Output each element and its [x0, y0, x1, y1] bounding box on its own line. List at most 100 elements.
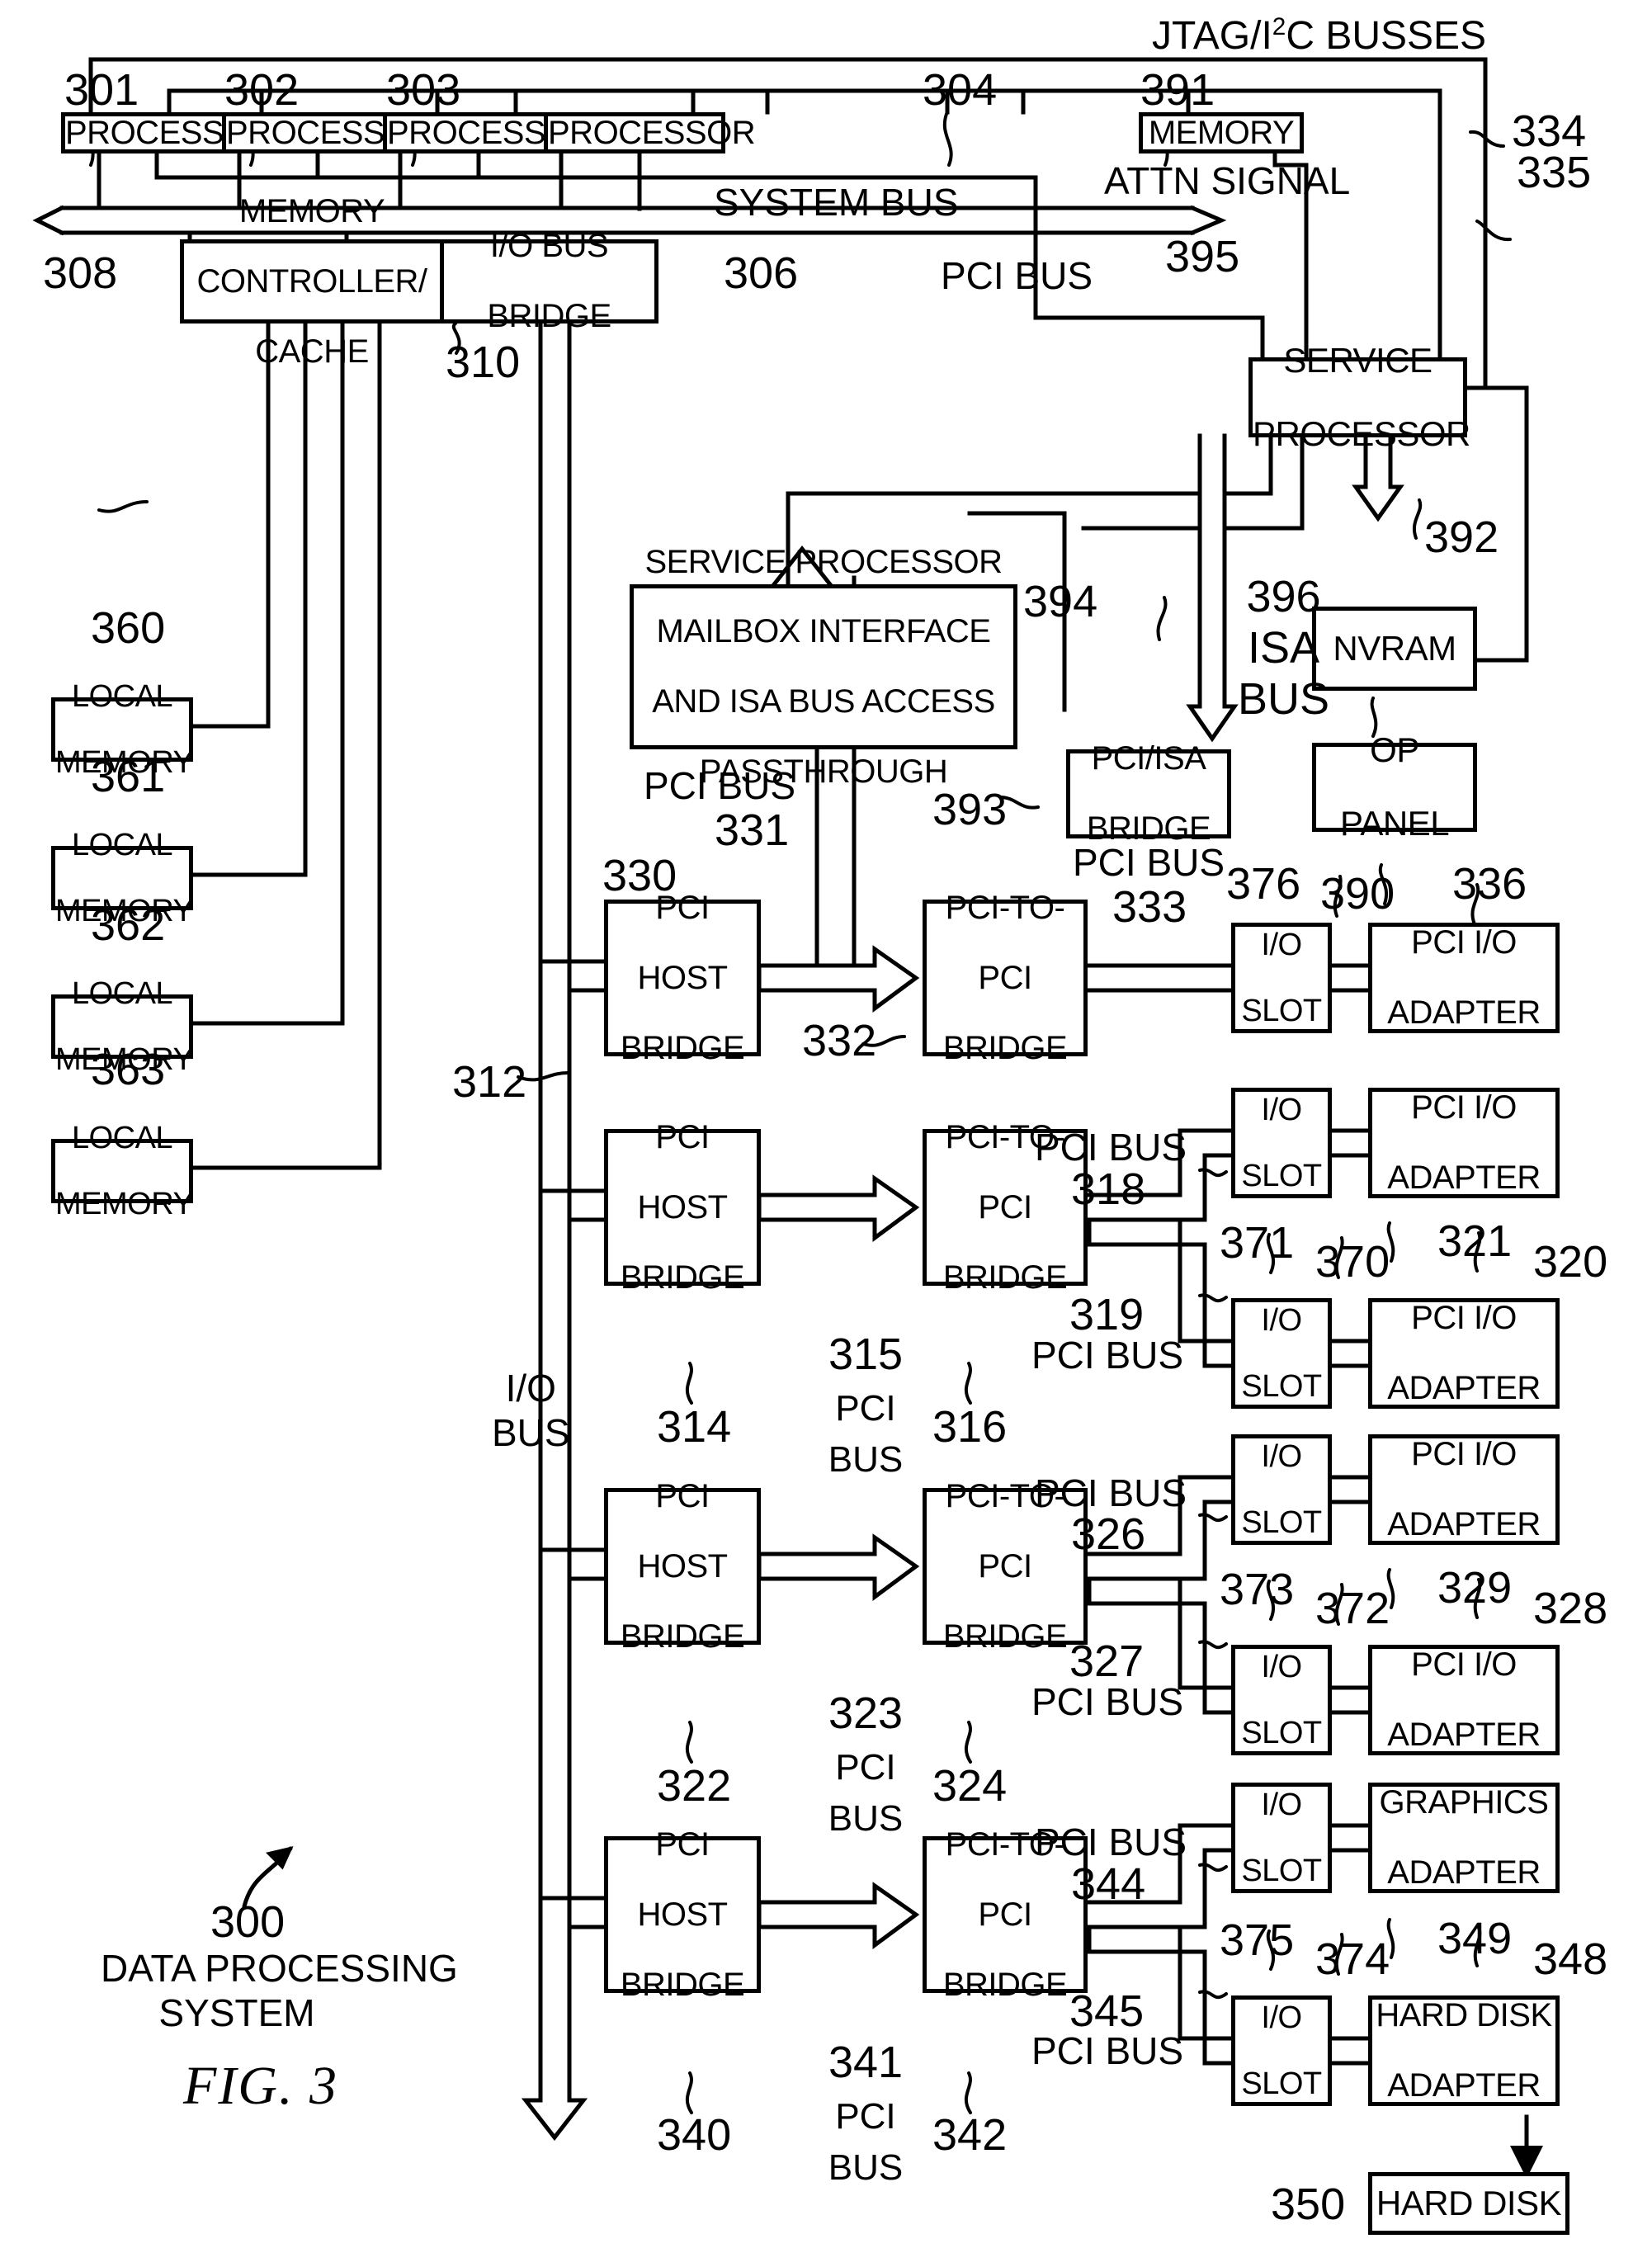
service-processor-mailbox-box: SERVICE PROCESSOR MAILBOX INTERFACE AND …	[630, 544, 1017, 789]
pci-to-pci-bridge-box-332: PCI-TO- PCI BRIDGE	[923, 890, 1088, 1065]
graphics-adapter-box-348: GRAPHICS ADAPTER	[1368, 1783, 1560, 1893]
system-ref-300: 300	[210, 1897, 286, 1947]
ref-316: 316	[932, 1402, 1008, 1452]
processor-box-303: PROCESSOR	[383, 112, 595, 153]
ref-376: 376	[1226, 859, 1301, 909]
pci-io-adapter-box-336: PCI I/O ADAPTER	[1368, 923, 1560, 1033]
pci-io-adapter-box-b: PCI I/O ADAPTER	[1368, 1434, 1560, 1545]
ref-391: 391	[1140, 65, 1215, 115]
ref-321: 321	[1437, 1216, 1513, 1266]
ref-306: 306	[724, 248, 799, 298]
op-panel-box: OP PANEL	[1312, 732, 1477, 842]
io-slot-label: I/O SLOT	[1241, 927, 1322, 1029]
pci-host-bridge-label: PCI HOST BRIDGE	[620, 1478, 745, 1655]
processor-label: PROCESSOR	[65, 114, 273, 151]
pci-host-bridge-box-330: PCI HOST BRIDGE	[604, 890, 761, 1065]
ref-340: 340	[657, 2110, 732, 2160]
ref-301: 301	[64, 65, 139, 115]
ref-310: 310	[446, 338, 521, 387]
hard-disk-box: HARD DISK	[1368, 2172, 1569, 2235]
mailbox-label: SERVICE PROCESSOR MAILBOX INTERFACE AND …	[644, 543, 1003, 790]
pci-io-adapter-box-320: PCI I/O ADAPTER	[1368, 1298, 1560, 1409]
hard-disk-adapter-box: HARD DISK ADAPTER	[1368, 1995, 1560, 2106]
ref-326: 326	[1071, 1509, 1146, 1559]
pci-bus-label-345: PCI BUS	[1031, 2029, 1184, 2072]
pci-io-adapter-box-328: PCI I/O ADAPTER	[1368, 1645, 1560, 1755]
pci-host-bridge-box-340: PCI HOST BRIDGE	[604, 1827, 761, 2002]
op-panel-label: OP PANEL	[1339, 730, 1450, 843]
ref-350: 350	[1271, 2180, 1346, 2229]
ref-372: 372	[1315, 1584, 1390, 1633]
adapter-label: HARD DISK ADAPTER	[1376, 1997, 1552, 2104]
pci-bus-label-327: PCI BUS	[1031, 1680, 1184, 1723]
ref-349: 349	[1437, 1914, 1513, 1963]
io-bus-bridge-label: I/O BUS BRIDGE	[487, 228, 611, 335]
ref-396: 396 ISA BUS	[1238, 572, 1330, 724]
memory-controller-label: MEMORY CONTROLLER/ CACHE	[196, 193, 428, 370]
io-slot-box-373: I/O SLOT	[1231, 1645, 1332, 1755]
pci-host-bridge-label: PCI HOST BRIDGE	[620, 890, 745, 1066]
local-memory-box-363: LOCAL MEMORY	[51, 1121, 194, 1221]
io-bus-label: I/O BUS	[492, 1367, 570, 1454]
processor-box-301: PROCESSOR	[61, 112, 273, 153]
ref-304: 304	[923, 65, 998, 115]
patent-figure-3: PROCESSOR PROCESSOR PROCESSOR PROCESSOR …	[0, 0, 1652, 2267]
pci-to-pci-bridge-label: PCI-TO- PCI BRIDGE	[942, 890, 1068, 1066]
ref-390: 390	[1320, 869, 1395, 919]
ref-303: 303	[386, 65, 461, 115]
nvram-label: NVRAM	[1333, 628, 1456, 668]
ref-331: 331	[715, 805, 790, 855]
pci-host-bridge-box-322: PCI HOST BRIDGE	[604, 1479, 761, 1654]
system-caption: DATA PROCESSING SYSTEM	[101, 1947, 458, 2034]
service-processor-label: SERVICE PROCESSOR	[1253, 340, 1470, 453]
ref-322: 322	[657, 1761, 732, 1811]
ref-395: 395	[1165, 232, 1240, 281]
ref-335: 335	[1517, 148, 1592, 197]
ref-361: 361	[91, 752, 166, 801]
io-slot-box-374: I/O SLOT	[1231, 1783, 1332, 1893]
pci-host-bridge-box-314: PCI HOST BRIDGE	[604, 1120, 761, 1295]
io-slot-label: I/O SLOT	[1241, 1438, 1322, 1541]
io-slot-label: I/O SLOT	[1241, 1787, 1322, 1889]
ref-302: 302	[224, 65, 300, 115]
ref-360: 360	[91, 603, 166, 653]
jtag-i2c-busses-label: JTAG/I2C BUSSES	[1152, 13, 1487, 58]
ref-328: 328	[1533, 1584, 1608, 1633]
ref-314: 314	[657, 1402, 732, 1452]
ref-308: 308	[43, 248, 118, 298]
pci-bus-label-318: PCI BUS	[1035, 1126, 1187, 1169]
ref-330: 330	[602, 851, 677, 900]
processor-box-304: PROCESSOR	[544, 112, 756, 153]
ref-320: 320	[1533, 1237, 1608, 1287]
memory-box: MEMORY	[1139, 112, 1304, 153]
processor-label: PROCESSOR	[548, 114, 756, 151]
io-slot-box-375: I/O SLOT	[1231, 1995, 1332, 2106]
adapter-label: PCI I/O ADAPTER	[1387, 924, 1541, 1032]
ref-362: 362	[91, 900, 166, 950]
io-bus-bridge-box: I/O BUS BRIDGE	[440, 229, 658, 334]
ref-318: 318	[1071, 1164, 1146, 1214]
pci-bus-label-319: PCI BUS	[1031, 1334, 1184, 1377]
pci-io-adapter-box-a: PCI I/O ADAPTER	[1368, 1088, 1560, 1198]
figure-caption: FIG. 3	[183, 2056, 338, 2116]
adapter-label: PCI I/O ADAPTER	[1387, 1436, 1541, 1543]
adapter-label: PCI I/O ADAPTER	[1387, 1646, 1541, 1754]
pci-host-bridge-label: PCI HOST BRIDGE	[620, 1826, 745, 2003]
io-slot-label: I/O SLOT	[1241, 1092, 1322, 1194]
ref-371: 371	[1220, 1218, 1295, 1268]
processor-label: PROCESSOR	[387, 114, 595, 151]
processor-box-302: PROCESSOR	[222, 112, 434, 153]
ref-323-pci-bus: 323 PCI BUS	[828, 1688, 904, 1839]
ref-363: 363	[91, 1045, 166, 1094]
ref-370: 370	[1315, 1237, 1390, 1287]
ref-315-pci-bus: 315 PCI BUS	[828, 1330, 904, 1480]
ref-375: 375	[1220, 1915, 1295, 1965]
pci-bus-label-333: PCI BUS	[1073, 841, 1225, 884]
local-memory-label: LOCAL MEMORY	[55, 1120, 194, 1222]
ref-312: 312	[452, 1057, 527, 1107]
pci-isa-bridge-box: PCI/ISA BRIDGE	[1066, 741, 1231, 847]
io-slot-label: I/O SLOT	[1241, 1649, 1322, 1751]
processor-label: PROCESSOR	[226, 114, 434, 151]
adapter-label: PCI I/O ADAPTER	[1387, 1300, 1541, 1407]
io-slot-box-371: I/O SLOT	[1231, 1298, 1332, 1409]
